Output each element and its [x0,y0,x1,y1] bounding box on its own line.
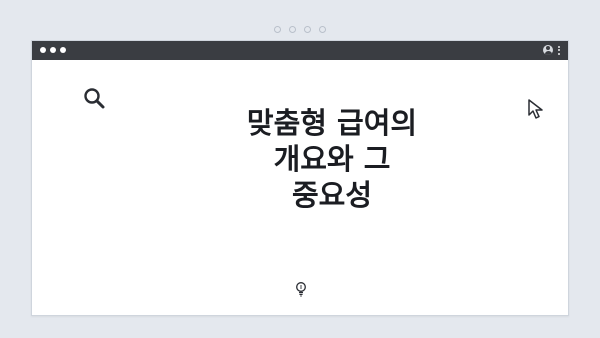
kebab-menu-icon[interactable] [558,45,560,55]
title-line: 중요성 [291,178,373,212]
title-bar-actions [543,45,560,55]
window-maximize-dot[interactable] [60,47,66,53]
title-line: 맞춤형 급여의 [246,106,418,140]
page-title: 맞춤형 급여의 개요와 그 중요성 [182,105,482,213]
pager-dot [319,26,326,33]
window-minimize-dot[interactable] [50,47,56,53]
title-bar [32,41,568,60]
pager-dot [289,26,296,33]
window-controls [40,47,66,53]
pager-dot [304,26,311,33]
pager-dots [0,26,600,33]
window-close-dot[interactable] [40,47,46,53]
user-icon[interactable] [543,45,553,55]
lightbulb-icon [295,281,307,301]
title-line: 개요와 그 [273,142,391,176]
search-icon[interactable] [82,86,108,116]
browser-window: 맞춤형 급여의 개요와 그 중요성 [31,40,569,316]
pager-dot [274,26,281,33]
cursor-icon [526,98,548,124]
canvas: 맞춤형 급여의 개요와 그 중요성 [0,0,600,338]
